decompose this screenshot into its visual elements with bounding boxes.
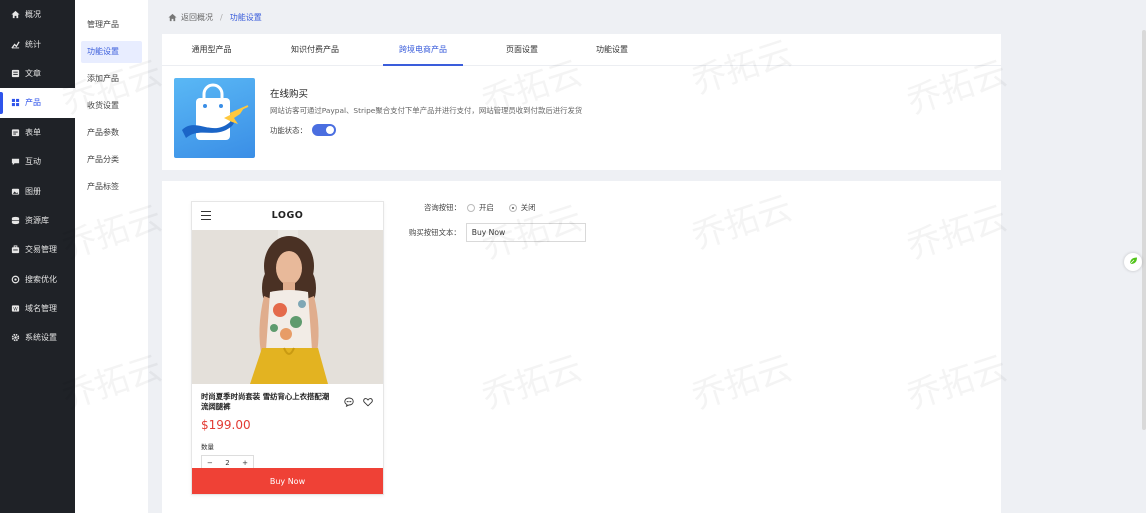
submenu-item-product-category[interactable]: 产品分类 bbox=[81, 149, 142, 171]
database-icon bbox=[11, 216, 20, 225]
sidebar-item-stats[interactable]: 统计 bbox=[0, 29, 75, 58]
consult-button-row: 咨询按钮： 开启 关闭 bbox=[424, 202, 551, 213]
product-type-tabs: 通用型产品 知识付费产品 跨境电商产品 页面设置 功能设置 bbox=[162, 34, 1001, 66]
sidebar-item-interaction[interactable]: 互动 bbox=[0, 147, 75, 176]
tab-feature-settings[interactable]: 功能设置 bbox=[582, 34, 642, 66]
sidebar-item-label: 表单 bbox=[25, 127, 41, 137]
sidebar-item-label: 交易管理 bbox=[25, 245, 57, 255]
grid-icon bbox=[11, 98, 20, 107]
feature-status-label: 功能状态： bbox=[270, 125, 307, 135]
submenu-item-product-tags[interactable]: 产品标签 bbox=[81, 176, 142, 198]
tab-general-product[interactable]: 通用型产品 bbox=[174, 34, 249, 66]
product-actions bbox=[344, 397, 373, 409]
leaf-icon bbox=[1128, 256, 1138, 268]
preview-logo: LOGO bbox=[271, 210, 304, 221]
chat-icon bbox=[11, 157, 20, 166]
sidebar-item-label: 域名管理 bbox=[25, 304, 57, 314]
sidebar-item-domain[interactable]: W 域名管理 bbox=[0, 294, 75, 323]
album-icon bbox=[11, 187, 20, 196]
feature-status-toggle[interactable] bbox=[311, 124, 336, 136]
product-photo bbox=[192, 230, 383, 384]
sidebar-item-label: 产品 bbox=[25, 98, 41, 108]
sidebar-item-label: 系统设置 bbox=[25, 333, 57, 343]
gear-icon bbox=[11, 333, 20, 342]
comment-icon[interactable] bbox=[344, 397, 354, 409]
buy-now-button[interactable]: Buy Now bbox=[192, 468, 383, 494]
sidebar-item-form[interactable]: 表单 bbox=[0, 118, 75, 147]
consult-on-label[interactable]: 开启 bbox=[479, 202, 494, 213]
online-purchase-illustration bbox=[174, 78, 255, 158]
submenu-item-product-params[interactable]: 产品参数 bbox=[81, 122, 142, 144]
floating-assistant-button[interactable] bbox=[1124, 253, 1142, 271]
quantity-value[interactable]: 2 bbox=[225, 459, 229, 467]
feature-status: 功能状态： bbox=[270, 124, 336, 136]
sidebar-item-label: 统计 bbox=[25, 39, 41, 49]
sidebar-item-resources[interactable]: 资源库 bbox=[0, 206, 75, 235]
form-icon bbox=[11, 128, 20, 137]
sidebar-item-product[interactable]: 产品 bbox=[0, 88, 75, 118]
product-title: 时尚夏季时尚套装 雪纺背心上衣搭配潮流阔腿裤 bbox=[201, 392, 330, 411]
submenu-item-feature-settings[interactable]: 功能设置 bbox=[81, 41, 142, 63]
quantity-decrease-button[interactable]: − bbox=[207, 459, 213, 467]
breadcrumb: 返回概况 / 功能设置 bbox=[168, 12, 262, 23]
preview-header: LOGO bbox=[192, 202, 383, 230]
feature-description: 网站访客可通过Paypal、Stripe聚合支付下单产品并进行支付，网站管理员收… bbox=[270, 106, 583, 115]
svg-text:W: W bbox=[13, 306, 18, 312]
sidebar-item-settings[interactable]: 系统设置 bbox=[0, 323, 75, 352]
sidebar-item-album[interactable]: 图册 bbox=[0, 176, 75, 205]
tab-knowledge-product[interactable]: 知识付费产品 bbox=[275, 34, 355, 66]
seo-icon bbox=[11, 275, 20, 284]
main-content: 返回概况 / 功能设置 通用型产品 知识付费产品 跨境电商产品 页面设置 功能设… bbox=[148, 0, 1146, 513]
consult-off-label[interactable]: 关闭 bbox=[521, 202, 536, 213]
consult-on-radio[interactable] bbox=[466, 203, 475, 212]
product-info-row: 时尚夏季时尚套装 雪纺背心上衣搭配潮流阔腿裤 bbox=[192, 384, 383, 416]
page-scrollbar[interactable] bbox=[1142, 30, 1146, 430]
submenu-item-shipping-settings[interactable]: 收货设置 bbox=[81, 95, 142, 117]
sidebar-item-label: 概况 bbox=[25, 10, 41, 20]
topbar: 返回概况 / 功能设置 bbox=[148, 0, 1146, 34]
buy-button-text-row: 购买按钮文本： bbox=[409, 223, 586, 242]
breadcrumb-current: 功能设置 bbox=[229, 13, 262, 22]
buy-button-text-label: 购买按钮文本： bbox=[409, 228, 461, 237]
sidebar-item-article[interactable]: 文章 bbox=[0, 59, 75, 88]
trade-icon bbox=[11, 245, 20, 254]
consult-off-radio[interactable] bbox=[508, 203, 517, 212]
article-icon bbox=[11, 69, 20, 78]
sidebar-item-label: 资源库 bbox=[25, 215, 49, 225]
sidebar-item-trade[interactable]: 交易管理 bbox=[0, 235, 75, 264]
sidebar-item-label: 互动 bbox=[25, 157, 41, 167]
submenu-item-add-product[interactable]: 添加产品 bbox=[81, 68, 142, 90]
sidebar-item-overview[interactable]: 概况 bbox=[0, 0, 75, 29]
submenu-item-manage-products[interactable]: 管理产品 bbox=[81, 14, 142, 36]
quantity-increase-button[interactable]: + bbox=[242, 459, 248, 467]
home-icon[interactable] bbox=[168, 13, 177, 22]
breadcrumb-back-link[interactable]: 返回概况 bbox=[181, 12, 213, 23]
sidebar-item-seo[interactable]: 搜索优化 bbox=[0, 265, 75, 294]
main-sidebar: 概况 统计 文章 产品 表单 互动 图册 资源库 交易管理 搜索优化 W 域名管… bbox=[0, 0, 75, 513]
sidebar-item-label: 图册 bbox=[25, 186, 41, 196]
heart-icon[interactable] bbox=[363, 397, 373, 409]
home-icon bbox=[11, 10, 20, 19]
consult-button-label: 咨询按钮： bbox=[424, 203, 461, 212]
product-submenu: 管理产品 功能设置 添加产品 收货设置 产品参数 产品分类 产品标签 bbox=[75, 0, 148, 513]
domain-icon: W bbox=[11, 304, 20, 313]
sidebar-item-label: 搜索优化 bbox=[25, 274, 57, 284]
product-price: $199.00 bbox=[201, 418, 251, 432]
feature-title: 在线购买 bbox=[270, 89, 309, 100]
mobile-preview: LOGO 时尚夏季时尚套装 雪纺背心上衣搭配潮流阔腿裤 $199.00 数量 −… bbox=[191, 201, 384, 495]
tab-cross-border-product[interactable]: 跨境电商产品 bbox=[383, 34, 463, 66]
feature-panel: 通用型产品 知识付费产品 跨境电商产品 页面设置 功能设置 在线购买 网站访客可… bbox=[162, 34, 1001, 170]
tab-page-settings[interactable]: 页面设置 bbox=[492, 34, 552, 66]
sidebar-item-label: 文章 bbox=[25, 68, 41, 78]
breadcrumb-separator: / bbox=[220, 13, 223, 22]
stats-icon bbox=[11, 40, 20, 49]
buy-button-text-input[interactable] bbox=[465, 223, 586, 242]
quantity-label: 数量 bbox=[201, 443, 214, 451]
preview-panel: LOGO 时尚夏季时尚套装 雪纺背心上衣搭配潮流阔腿裤 $199.00 数量 −… bbox=[162, 181, 1001, 513]
